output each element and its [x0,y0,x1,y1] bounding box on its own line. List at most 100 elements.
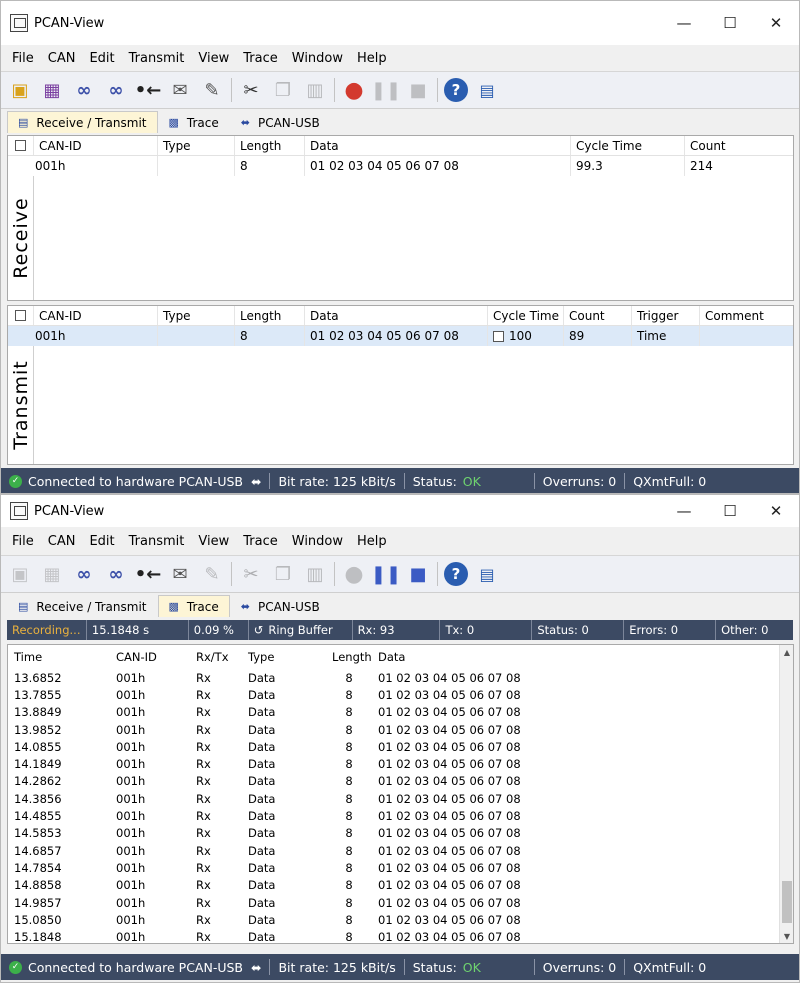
col-cycle-time[interactable]: Cycle Time [571,136,685,155]
menu-transmit[interactable]: Transmit [122,51,192,66]
minimize-button[interactable]: — [661,1,707,45]
trace-row[interactable]: 13.6852 001h Rx Data 8 01 02 03 04 05 06 07 0… [8,669,793,686]
col-type[interactable]: Type [242,650,326,664]
paste-icon[interactable]: ▥ [302,77,328,103]
save-icon[interactable]: ▦ [39,561,65,587]
new-project-icon[interactable]: ▣ [7,561,33,587]
tab-trace[interactable]: ▩ Trace [158,111,230,133]
trace-row[interactable]: 14.5853 001h Rx Data 8 01 02 03 04 05 06 07 0… [8,825,793,842]
header-checkbox[interactable] [8,306,34,325]
tab-receive-transmit[interactable]: ▤ Receive / Transmit [7,595,158,617]
menu-edit[interactable]: Edit [82,51,121,66]
info-icon[interactable]: ▤ [474,77,500,103]
trace-row[interactable]: 13.7855 001h Rx Data 8 01 02 03 04 05 06 07 0… [8,686,793,703]
help-icon[interactable]: ? [444,562,468,586]
menu-transmit[interactable]: Transmit [122,534,192,549]
menu-file[interactable]: File [5,51,41,66]
col-trigger[interactable]: Trigger [632,306,700,325]
trace-row[interactable]: 14.8858 001h Rx Data 8 01 02 03 04 05 06 07 0… [8,877,793,894]
col-can-id[interactable]: CAN-ID [34,136,158,155]
scroll-down-icon[interactable]: ▼ [780,929,793,943]
edit-message-icon[interactable]: ✎ [199,561,225,587]
menu-can[interactable]: CAN [41,534,83,549]
menu-help[interactable]: Help [350,51,394,66]
menu-help[interactable]: Help [350,534,394,549]
trace-row[interactable]: 13.8849 001h Rx Data 8 01 02 03 04 05 06 07 0… [8,704,793,721]
menu-window[interactable]: Window [285,51,350,66]
pause-icon[interactable]: ❚❚ [371,77,401,103]
col-time[interactable]: Time [8,650,110,664]
col-can-id[interactable]: CAN-ID [34,306,158,325]
menu-trace[interactable]: Trace [236,51,285,66]
title-bar[interactable]: PCAN-View — ☐ ✕ [1,1,799,45]
col-data[interactable]: Data [372,650,572,664]
connect-icon[interactable]: ∞ [71,77,97,103]
copy-icon[interactable]: ❐ [270,77,296,103]
stop-icon[interactable]: ■ [405,77,431,103]
menu-window[interactable]: Window [285,534,350,549]
col-count[interactable]: Count [564,306,632,325]
message-icon[interactable]: ✉ [167,77,193,103]
trace-row[interactable]: 14.7854 001h Rx Data 8 01 02 03 04 05 06 07 0… [8,859,793,876]
disconnect-icon[interactable]: ∞ [103,77,129,103]
receive-row[interactable]: 001h 8 01 02 03 04 05 06 07 08 99.3 214 [8,156,793,176]
tab-trace[interactable]: ▩ Trace [157,595,230,617]
trace-row[interactable]: 13.9852 001h Rx Data 8 01 02 03 04 05 06 07 0… [8,721,793,738]
col-type[interactable]: Type [158,136,235,155]
col-length[interactable]: Length [235,306,305,325]
cut-icon[interactable]: ✂ [238,77,264,103]
menu-can[interactable]: CAN [41,51,83,66]
reset-icon[interactable]: •← [135,561,162,587]
message-icon[interactable]: ✉ [167,561,193,587]
maximize-button[interactable]: ☐ [707,1,753,45]
col-can-id[interactable]: CAN-ID [110,650,190,664]
tab-pcan-usb[interactable]: ⬌ PCAN-USB [230,595,331,617]
menu-edit[interactable]: Edit [82,534,121,549]
edit-message-icon[interactable]: ✎ [199,77,225,103]
close-button[interactable]: ✕ [753,1,799,45]
info-icon[interactable]: ▤ [474,561,500,587]
copy-icon[interactable]: ❐ [270,561,296,587]
col-cycle-time[interactable]: Cycle Time [488,306,564,325]
trace-row[interactable]: 14.0855 001h Rx Data 8 01 02 03 04 05 06 07 0… [8,738,793,755]
reset-icon[interactable]: •← [135,77,162,103]
header-checkbox[interactable] [8,136,34,155]
help-icon[interactable]: ? [444,78,468,102]
trace-row[interactable]: 15.1848 001h Rx Data 8 01 02 03 04 05 06 07 0… [8,928,793,943]
title-bar[interactable]: PCAN-View — ☐ ✕ [1,495,799,527]
trace-row[interactable]: 14.9857 001h Rx Data 8 01 02 03 04 05 06 07 0… [8,894,793,911]
col-count[interactable]: Count [685,136,793,155]
scroll-up-icon[interactable]: ▲ [780,645,793,659]
paste-icon[interactable]: ▥ [302,561,328,587]
connect-icon[interactable]: ∞ [71,561,97,587]
save-icon[interactable]: ▦ [39,77,65,103]
trace-row[interactable]: 14.3856 001h Rx Data 8 01 02 03 04 05 06 07 0… [8,790,793,807]
new-project-icon[interactable]: ▣ [7,77,33,103]
transmit-row[interactable]: 001h 8 01 02 03 04 05 06 07 08 100 89 Ti… [8,326,793,346]
menu-view[interactable]: View [191,51,236,66]
trace-row[interactable]: 14.4855 001h Rx Data 8 01 02 03 04 05 06 07 0… [8,807,793,824]
menu-trace[interactable]: Trace [236,534,285,549]
disconnect-icon[interactable]: ∞ [103,561,129,587]
col-data[interactable]: Data [305,306,488,325]
tab-receive-transmit[interactable]: ▤ Receive / Transmit [7,111,158,133]
pause-icon[interactable]: ❚❚ [371,561,401,587]
trace-row[interactable]: 14.6857 001h Rx Data 8 01 02 03 04 05 06 07 0… [8,842,793,859]
record-icon[interactable]: ● [341,561,367,587]
record-icon[interactable]: ● [341,77,367,103]
col-data[interactable]: Data [305,136,571,155]
menu-view[interactable]: View [191,534,236,549]
stop-icon[interactable]: ■ [405,561,431,587]
trace-row[interactable]: 14.1849 001h Rx Data 8 01 02 03 04 05 06 07 0… [8,755,793,772]
trace-scrollbar[interactable]: ▲ ▼ [779,645,793,943]
menu-file[interactable]: File [5,534,41,549]
col-length[interactable]: Length [235,136,305,155]
trace-row[interactable]: 14.2862 001h Rx Data 8 01 02 03 04 05 06 07 0… [8,773,793,790]
minimize-button[interactable]: — [661,495,707,527]
cut-icon[interactable]: ✂ [238,561,264,587]
close-button[interactable]: ✕ [753,495,799,527]
cycle-checkbox[interactable] [493,330,504,342]
col-comment[interactable]: Comment [700,306,793,325]
tab-pcan-usb[interactable]: ⬌ PCAN-USB [230,111,331,133]
col-rx-tx[interactable]: Rx/Tx [190,650,242,664]
